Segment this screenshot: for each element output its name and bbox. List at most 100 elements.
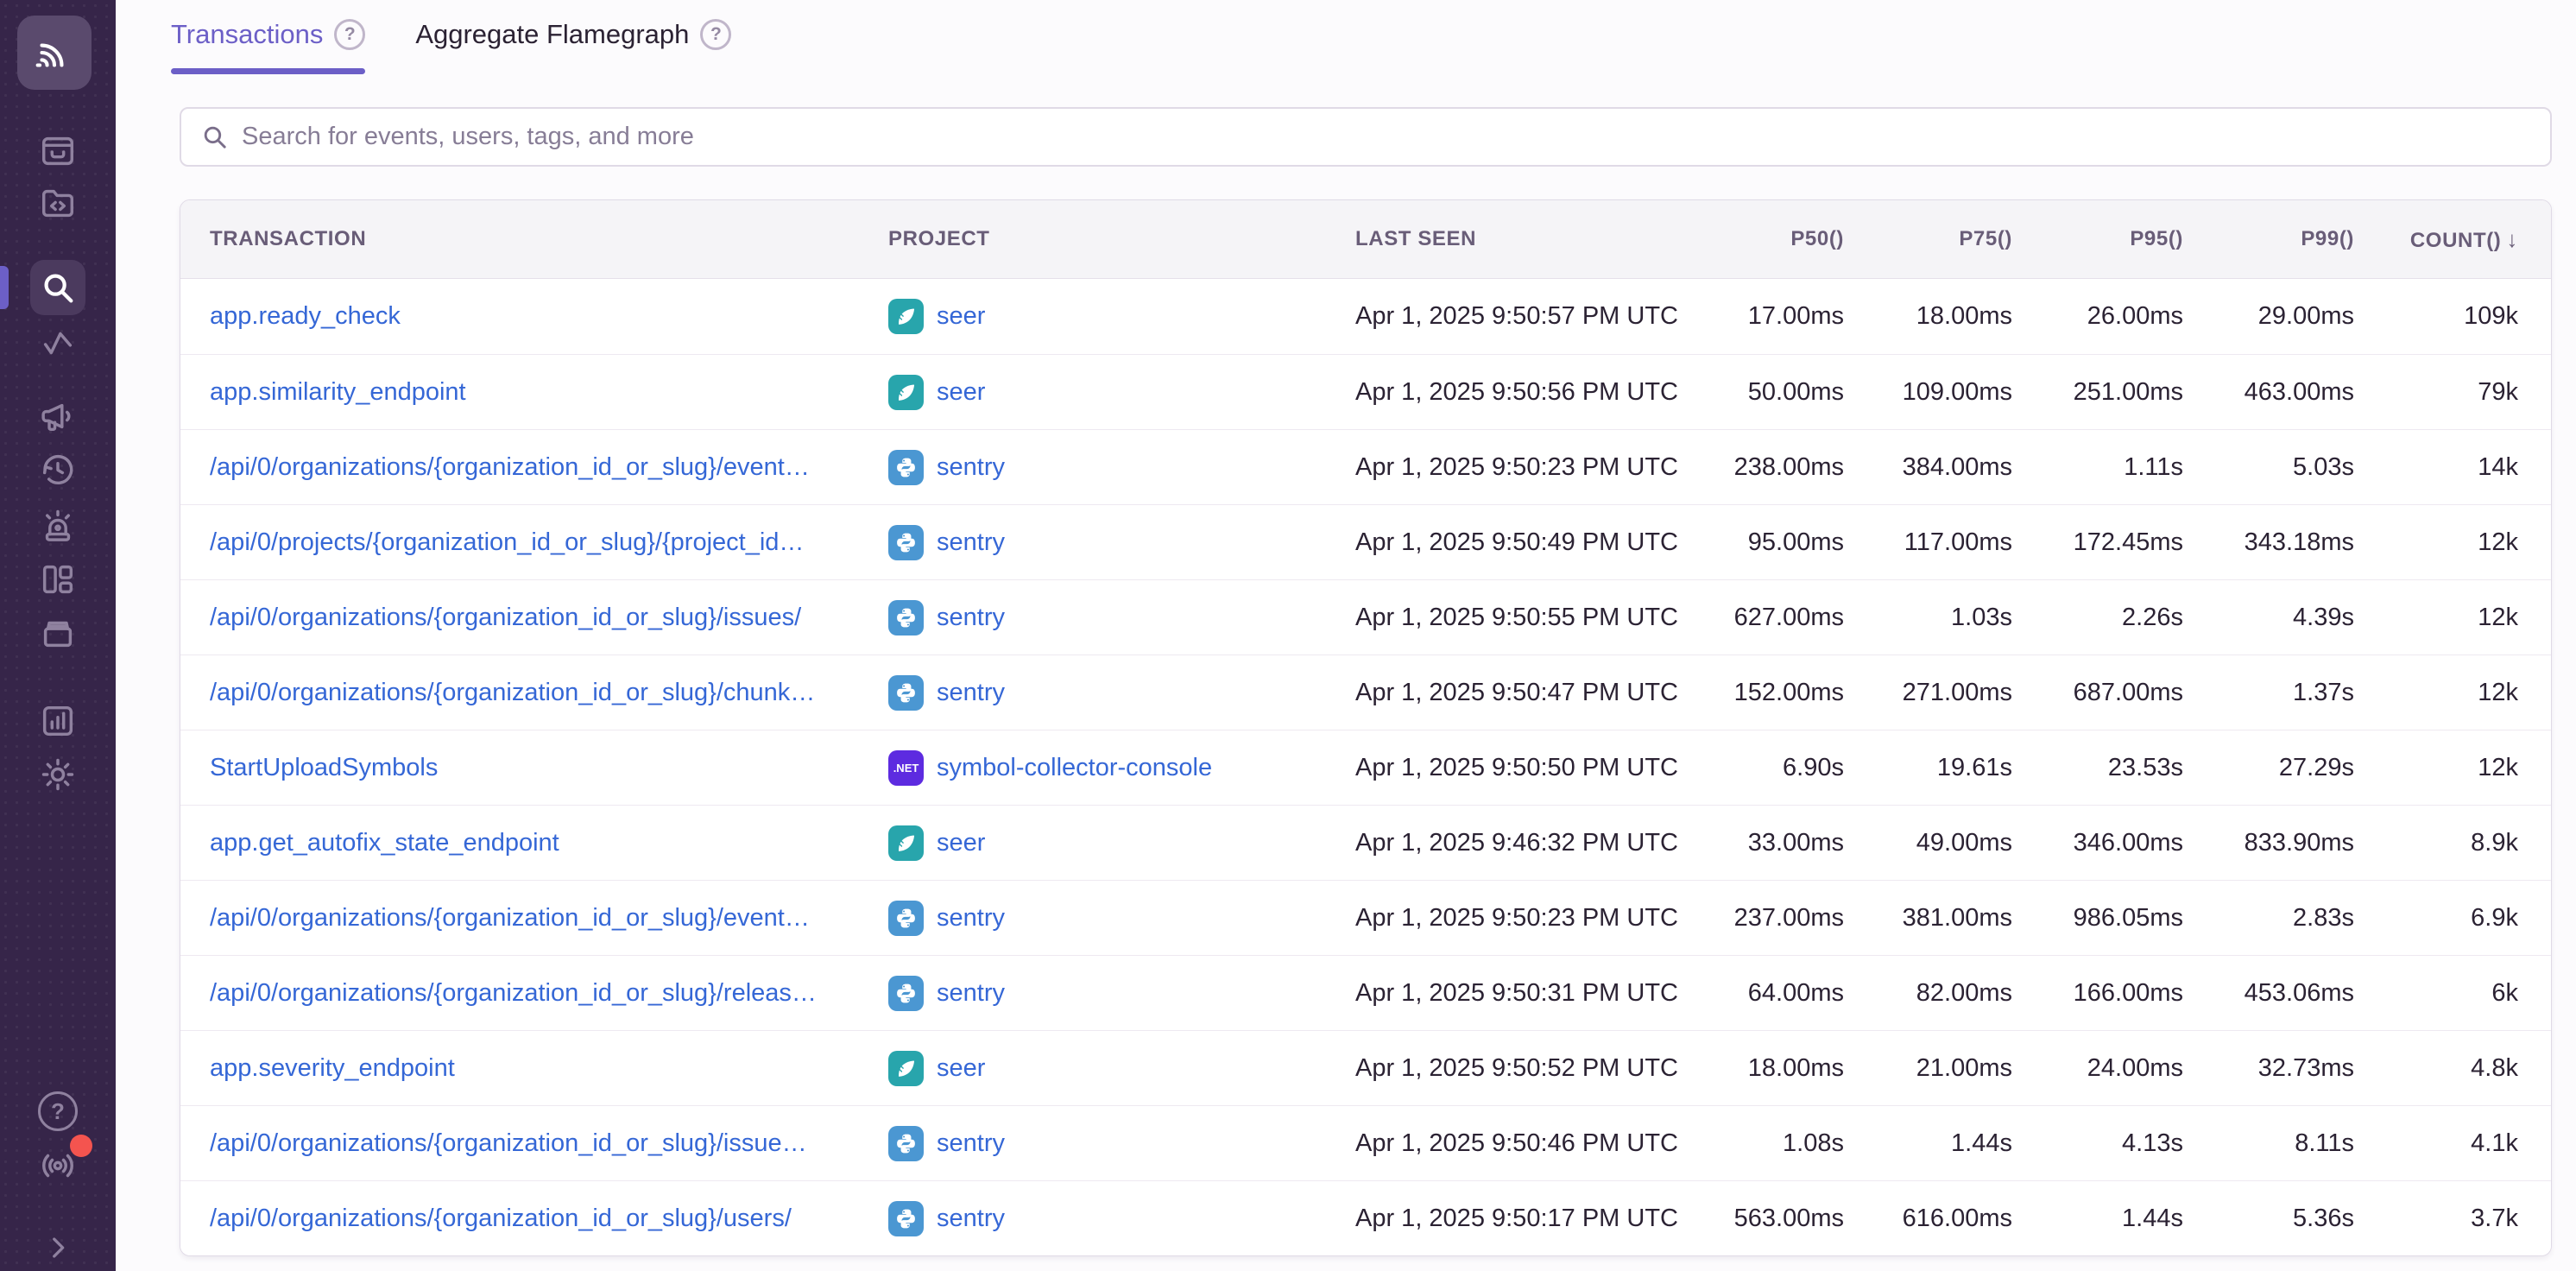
siren-icon	[38, 506, 78, 546]
search-input[interactable]	[242, 123, 2531, 151]
p95-value: 346.00ms	[2012, 829, 2183, 857]
project-link[interactable]: sentry	[937, 979, 1005, 1008]
sidebar-item-explore[interactable]	[30, 260, 85, 315]
project-badge: .NET	[888, 825, 924, 861]
p95-value: 26.00ms	[2012, 302, 2183, 331]
python-platform-icon	[893, 605, 919, 630]
project-link[interactable]: sentry	[937, 453, 1005, 482]
column-header-transaction[interactable]: TRANSACTION	[180, 227, 871, 251]
last-seen-value: Apr 1, 2025 9:50:23 PM UTC	[1342, 453, 1676, 482]
project-link[interactable]: symbol-collector-console	[937, 754, 1212, 782]
transaction-link[interactable]: StartUploadSymbols	[210, 754, 438, 781]
p99-value: 343.18ms	[2183, 528, 2354, 557]
column-header-p50[interactable]: P50()	[1676, 227, 1844, 251]
sidebar-item-issues[interactable]	[30, 123, 85, 179]
megaphone-icon	[38, 396, 78, 436]
table-row: app.ready_check .NET seer Apr 1, 2025 9:…	[180, 279, 2551, 354]
p99-value: 4.39s	[2183, 604, 2354, 632]
transaction-link[interactable]: app.severity_endpoint	[210, 1054, 455, 1082]
python-platform-icon	[893, 455, 919, 480]
column-header-project[interactable]: PROJECT	[871, 227, 1342, 251]
p75-value: 109.00ms	[1844, 378, 2012, 407]
last-seen-value: Apr 1, 2025 9:50:57 PM UTC	[1342, 302, 1676, 331]
transaction-link[interactable]: /api/0/organizations/{organization_id_or…	[210, 1129, 807, 1157]
project-link[interactable]: sentry	[937, 604, 1005, 632]
sentry-logo-icon	[29, 28, 79, 78]
sentry-logo[interactable]	[17, 16, 92, 90]
p50-value: 152.00ms	[1676, 679, 1844, 707]
sidebar-item-releases[interactable]	[30, 605, 85, 661]
count-value: 12k	[2354, 604, 2551, 632]
last-seen-value: Apr 1, 2025 9:50:46 PM UTC	[1342, 1129, 1676, 1158]
sidebar-item-whats-new[interactable]	[30, 1138, 85, 1193]
aggregate-flamegraph-help-icon[interactable]: ?	[700, 19, 731, 50]
p95-value: 23.53s	[2012, 754, 2183, 782]
sidebar-item-replays[interactable]	[30, 442, 85, 497]
p75-value: 18.00ms	[1844, 302, 2012, 331]
p75-value: 1.03s	[1844, 604, 2012, 632]
tab-transactions[interactable]: Transactions ?	[171, 19, 365, 74]
p99-value: 8.11s	[2183, 1129, 2354, 1158]
project-badge: .NET	[888, 525, 924, 560]
sidebar-item-help[interactable]: ?	[30, 1084, 85, 1139]
search-icon	[200, 123, 229, 151]
sidebar-item-dashboards[interactable]	[30, 552, 85, 607]
search-bar[interactable]	[180, 107, 2552, 167]
column-header-last-seen[interactable]: LAST SEEN	[1342, 227, 1676, 251]
project-badge: .NET	[888, 299, 924, 334]
p95-value: 24.00ms	[2012, 1054, 2183, 1083]
bar-chart-icon	[38, 701, 78, 741]
column-header-count[interactable]: COUNT()↓	[2354, 226, 2551, 253]
project-link[interactable]: sentry	[937, 904, 1005, 933]
transaction-link[interactable]: /api/0/organizations/{organization_id_or…	[210, 453, 810, 481]
last-seen-value: Apr 1, 2025 9:50:55 PM UTC	[1342, 604, 1676, 632]
project-link[interactable]: sentry	[937, 679, 1005, 707]
column-header-p99[interactable]: P99()	[2183, 227, 2354, 251]
table-row: app.similarity_endpoint .NET seer Apr 1,…	[180, 354, 2551, 429]
transactions-table: TRANSACTION PROJECT LAST SEEN P50() P75(…	[180, 199, 2552, 1256]
transaction-link[interactable]: app.ready_check	[210, 302, 401, 330]
column-header-p95[interactable]: P95()	[2012, 227, 2183, 251]
last-seen-value: Apr 1, 2025 9:50:17 PM UTC	[1342, 1205, 1676, 1233]
transaction-link[interactable]: app.get_autofix_state_endpoint	[210, 829, 559, 857]
python-platform-icon	[893, 1206, 919, 1231]
p75-value: 117.00ms	[1844, 528, 2012, 557]
transaction-link[interactable]: app.similarity_endpoint	[210, 378, 466, 406]
seer-platform-icon	[893, 304, 919, 329]
project-link[interactable]: seer	[937, 829, 985, 857]
sidebar-item-metrics[interactable]	[30, 315, 85, 370]
p95-value: 166.00ms	[2012, 979, 2183, 1008]
transaction-link[interactable]: /api/0/organizations/{organization_id_or…	[210, 1205, 792, 1232]
sidebar-item-alerts[interactable]	[30, 498, 85, 553]
transaction-link[interactable]: /api/0/organizations/{organization_id_or…	[210, 679, 815, 706]
p50-value: 33.00ms	[1676, 829, 1844, 857]
count-value: 6.9k	[2354, 904, 2551, 933]
project-link[interactable]: seer	[937, 1054, 985, 1083]
sidebar-item-stats[interactable]	[30, 693, 85, 749]
project-badge: .NET	[888, 600, 924, 636]
count-value: 6k	[2354, 979, 2551, 1008]
count-value: 79k	[2354, 378, 2551, 407]
project-link[interactable]: sentry	[937, 528, 1005, 557]
sidebar-item-feedback[interactable]	[30, 389, 85, 444]
sidebar-expand-button[interactable]	[30, 1220, 85, 1271]
transaction-link[interactable]: /api/0/projects/{organization_id_or_slug…	[210, 528, 804, 556]
sidebar-item-projects[interactable]	[30, 176, 85, 231]
transaction-link[interactable]: /api/0/organizations/{organization_id_or…	[210, 979, 817, 1007]
project-link[interactable]: sentry	[937, 1205, 1005, 1233]
sidebar-item-settings[interactable]	[30, 747, 85, 802]
clock-history-icon	[38, 450, 78, 490]
transaction-link[interactable]: /api/0/organizations/{organization_id_or…	[210, 904, 810, 932]
table-row: /api/0/organizations/{organization_id_or…	[180, 955, 2551, 1030]
tab-aggregate-flamegraph[interactable]: Aggregate Flamegraph ?	[415, 19, 731, 74]
seer-platform-icon	[893, 380, 919, 405]
project-link[interactable]: sentry	[937, 1129, 1005, 1158]
transaction-link[interactable]: /api/0/organizations/{organization_id_or…	[210, 604, 801, 631]
column-header-p75[interactable]: P75()	[1844, 227, 2012, 251]
project-link[interactable]: seer	[937, 302, 985, 331]
transactions-help-icon[interactable]: ?	[334, 19, 365, 50]
table-row: app.get_autofix_state_endpoint .NET seer…	[180, 805, 2551, 880]
project-link[interactable]: seer	[937, 378, 985, 407]
last-seen-value: Apr 1, 2025 9:50:31 PM UTC	[1342, 979, 1676, 1008]
project-badge: .NET	[888, 750, 924, 786]
